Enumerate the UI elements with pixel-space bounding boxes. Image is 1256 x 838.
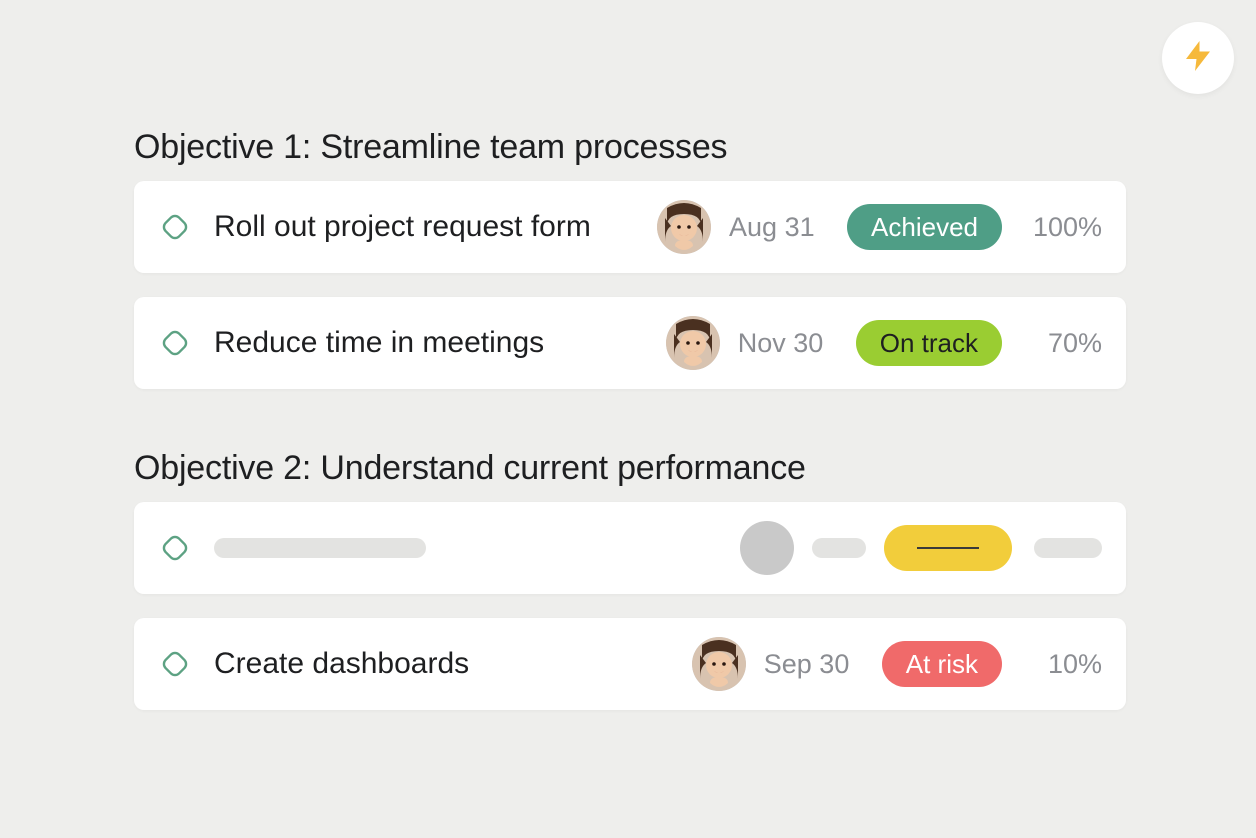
goal-title: Reduce time in meetings xyxy=(214,326,666,360)
placeholder-date-bar xyxy=(812,538,866,558)
placeholder-title-bar xyxy=(214,538,426,558)
placeholder-progress-bar xyxy=(1034,538,1102,558)
placeholder-status-badge xyxy=(884,525,1012,571)
goal-progress: 100% xyxy=(1014,212,1102,243)
objective-header: Objective 1: Streamline team processes xyxy=(134,128,1126,167)
objectives-list: Objective 1: Streamline team processes R… xyxy=(134,128,1126,770)
objective-group: Objective 2: Understand current performa… xyxy=(134,449,1126,710)
assignee-avatar[interactable] xyxy=(657,200,711,254)
status-badge: At risk xyxy=(882,641,1002,687)
placeholder-avatar xyxy=(740,521,794,575)
goal-diamond-icon xyxy=(156,208,194,246)
placeholder-status-line xyxy=(917,547,979,549)
goal-diamond-icon xyxy=(156,529,194,567)
goal-due-date: Sep 30 xyxy=(764,649,864,680)
goal-progress: 10% xyxy=(1014,649,1102,680)
assignee-avatar[interactable] xyxy=(666,316,720,370)
status-badge: Achieved xyxy=(847,204,1002,250)
bolt-icon xyxy=(1180,38,1216,79)
objective-header: Objective 2: Understand current performa… xyxy=(134,449,1126,488)
lightning-button[interactable] xyxy=(1162,22,1234,94)
goal-due-date: Nov 30 xyxy=(738,328,838,359)
assignee-avatar[interactable] xyxy=(692,637,746,691)
goal-diamond-icon xyxy=(156,645,194,683)
goal-title: Create dashboards xyxy=(214,647,692,681)
status-badge: On track xyxy=(856,320,1002,366)
goal-diamond-icon xyxy=(156,324,194,362)
goal-title: Roll out project request form xyxy=(214,210,657,244)
goal-card[interactable]: Create dashboards Sep 30 At risk 10% xyxy=(134,618,1126,710)
objective-group: Objective 1: Streamline team processes R… xyxy=(134,128,1126,389)
goal-card-placeholder[interactable] xyxy=(134,502,1126,594)
goal-due-date: Aug 31 xyxy=(729,212,829,243)
goal-card[interactable]: Roll out project request form Aug 31 Ach… xyxy=(134,181,1126,273)
goal-card[interactable]: Reduce time in meetings Nov 30 On track … xyxy=(134,297,1126,389)
goal-progress: 70% xyxy=(1014,328,1102,359)
